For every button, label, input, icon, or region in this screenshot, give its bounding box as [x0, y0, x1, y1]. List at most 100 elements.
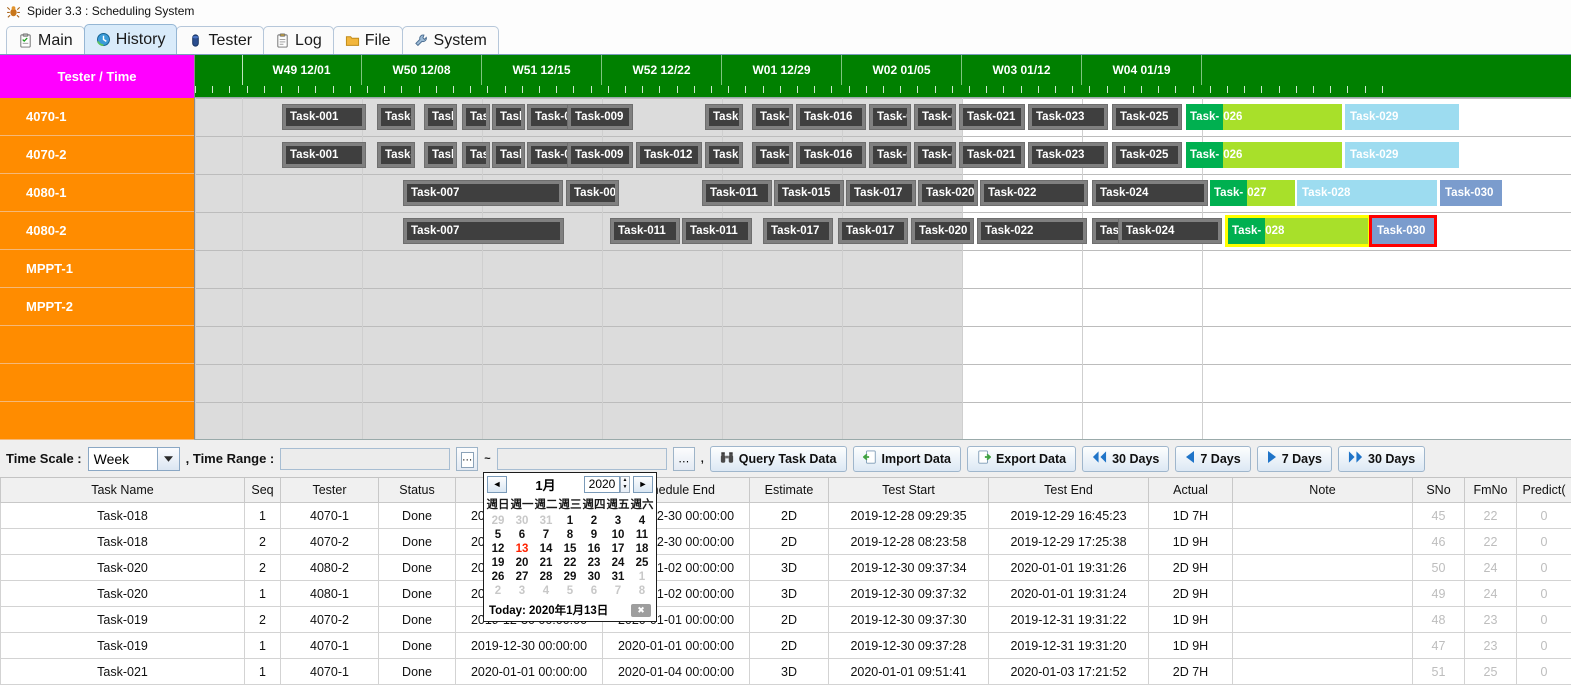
- gantt-resource-row[interactable]: 4070-1: [0, 98, 194, 136]
- gantt-task-bar[interactable]: Task-023: [1028, 142, 1108, 168]
- table-column-header[interactable]: Test Start: [829, 478, 989, 503]
- gantt-task-bar[interactable]: Task-022: [980, 180, 1088, 206]
- calendar-day-cell[interactable]: 4: [534, 584, 558, 598]
- table-column-header[interactable]: Note: [1233, 478, 1413, 503]
- gantt-task-bar[interactable]: Task-028: [1297, 180, 1437, 206]
- table-column-header[interactable]: FmNo: [1465, 478, 1517, 503]
- gantt-task-bar[interactable]: Task-027: [1210, 180, 1295, 206]
- gantt-task-bar[interactable]: Task-023: [1028, 104, 1108, 130]
- calendar-day-cell[interactable]: 3: [510, 584, 534, 598]
- calendar-day-cell[interactable]: 17: [606, 542, 630, 556]
- tab-file[interactable]: File: [333, 26, 403, 54]
- calendar-day-cell[interactable]: 24: [606, 556, 630, 570]
- gantt-task-bar[interactable]: Task-004: [424, 142, 457, 168]
- calendar-day-cell[interactable]: 30: [510, 514, 534, 528]
- gantt-resource-row[interactable]: [0, 402, 194, 440]
- calendar-day-cell[interactable]: 10: [606, 528, 630, 542]
- calendar-day-cell[interactable]: 3: [606, 514, 630, 528]
- gantt-task-bar[interactable]: Task-006: [492, 104, 525, 130]
- gantt-resource-row[interactable]: [0, 326, 194, 364]
- table-row[interactable]: Task-01824070-2Done2019-12-28 00:00:0020…: [1, 529, 1571, 555]
- calendar-day-cell[interactable]: 18: [630, 542, 654, 556]
- import-data-button[interactable]: Import Data: [853, 446, 961, 472]
- date-picker-popup[interactable]: ◄ 1月 2020 ▲▼ ► 週日週一週二週三週四週五週六29303112345…: [483, 472, 657, 622]
- calendar-day-cell[interactable]: 25: [630, 556, 654, 570]
- tab-tester[interactable]: Tester: [176, 26, 264, 54]
- gantt-task-bar[interactable]: Task-019: [914, 142, 956, 168]
- tab-history[interactable]: History: [84, 24, 178, 54]
- gantt-task-bar[interactable]: Task-008: [566, 180, 619, 206]
- clear-icon[interactable]: ✖: [631, 604, 651, 617]
- table-header-row[interactable]: Task NameSeqTesterStatusSchedule StartSc…: [1, 478, 1571, 503]
- gantt-task-bar[interactable]: Task-013: [705, 104, 743, 130]
- calendar-day-cell[interactable]: 15: [558, 542, 582, 556]
- gantt-task-bar[interactable]: Task-013: [705, 142, 743, 168]
- table-body[interactable]: Task-01814070-1Done2019-12-28 00:00:0020…: [1, 503, 1571, 685]
- gantt-task-bar[interactable]: Task-017: [838, 218, 908, 244]
- gantt-task-bar[interactable]: Task-003: [377, 104, 415, 130]
- table-column-header[interactable]: Test End: [989, 478, 1149, 503]
- gantt-task-bar[interactable]: Task-026: [1186, 142, 1342, 168]
- time-range-from-input[interactable]: [280, 448, 450, 470]
- gantt-task-bar[interactable]: Task-019: [914, 104, 956, 130]
- gantt-task-bar[interactable]: Task-001: [282, 104, 366, 130]
- table-row[interactable]: Task-01914070-1Done2019-12-30 00:00:0020…: [1, 633, 1571, 659]
- gantt-task-bar[interactable]: Task-001: [282, 142, 366, 168]
- gantt-task-bar[interactable]: Task-009: [567, 104, 633, 130]
- calendar-day-cell[interactable]: 29: [486, 514, 510, 528]
- gantt-task-bar[interactable]: Task-011: [702, 180, 772, 206]
- calendar-day-cell[interactable]: 7: [606, 584, 630, 598]
- back-30-days-button[interactable]: 30 Days: [1082, 446, 1169, 472]
- calendar-year-input[interactable]: 2020: [584, 476, 620, 493]
- gantt-task-bar[interactable]: Task-020: [918, 180, 978, 206]
- gantt-task-bar[interactable]: Task-018: [869, 142, 911, 168]
- gantt-task-bar[interactable]: Task-012: [636, 142, 702, 168]
- calendar-day-cell[interactable]: 5: [558, 584, 582, 598]
- table-column-header[interactable]: Task Name: [1, 478, 245, 503]
- gantt-task-bar[interactable]: Task-004: [424, 104, 457, 130]
- calendar-day-cell[interactable]: 19: [486, 556, 510, 570]
- time-range-to-picker-button[interactable]: ⋯: [673, 447, 695, 471]
- gantt-task-bar[interactable]: Task-022: [977, 218, 1087, 244]
- calendar-day-cell[interactable]: 5: [486, 528, 510, 542]
- time-range-from-picker-button[interactable]: ⋯: [456, 447, 478, 471]
- gantt-task-bar[interactable]: Task-029: [1345, 142, 1459, 168]
- gantt-resource-row[interactable]: [0, 364, 194, 402]
- calendar-day-cell[interactable]: 28: [534, 570, 558, 584]
- query-task-data-button[interactable]: Query Task Data: [710, 446, 847, 472]
- calendar-day-cell[interactable]: 20: [510, 556, 534, 570]
- tab-main[interactable]: Main: [6, 26, 85, 54]
- gantt-task-bar[interactable]: Task-005: [462, 142, 490, 168]
- calendar-day-cell[interactable]: 23: [582, 556, 606, 570]
- table-column-header[interactable]: Seq: [245, 478, 281, 503]
- calendar-day-cell[interactable]: 7: [534, 528, 558, 542]
- gantt-task-bar[interactable]: Task-007: [403, 180, 563, 206]
- calendar-day-cell[interactable]: 31: [606, 570, 630, 584]
- calendar-day-cell[interactable]: 6: [582, 584, 606, 598]
- back-7-days-button[interactable]: 7 Days: [1175, 446, 1250, 472]
- gantt-resource-row[interactable]: 4080-2: [0, 212, 194, 250]
- gantt-task-bar[interactable]: Task-003: [377, 142, 415, 168]
- calendar-day-cell[interactable]: 22: [558, 556, 582, 570]
- calendar-day-cell[interactable]: 12: [486, 542, 510, 556]
- calendar-day-cell[interactable]: 1: [558, 514, 582, 528]
- gantt-task-bar[interactable]: Task-030: [1440, 180, 1502, 206]
- gantt-task-bar[interactable]: Task-009: [567, 142, 633, 168]
- gantt-task-bar[interactable]: Task-016: [796, 142, 866, 168]
- time-range-to-input[interactable]: [497, 448, 667, 470]
- gantt-task-bar[interactable]: Task-025: [1112, 104, 1182, 130]
- calendar-year-spinner[interactable]: ▲▼: [620, 476, 630, 493]
- calendar-day-cell[interactable]: 13: [510, 542, 534, 556]
- chevron-down-icon[interactable]: [158, 447, 180, 471]
- gantt-task-bar[interactable]: Task-028: [1228, 218, 1368, 244]
- export-data-button[interactable]: Export Data: [967, 446, 1076, 472]
- calendar-day-cell[interactable]: 14: [534, 542, 558, 556]
- forward-7-days-button[interactable]: 7 Days: [1257, 446, 1332, 472]
- calendar-day-cell[interactable]: 6: [510, 528, 534, 542]
- calendar-day-cell[interactable]: 27: [510, 570, 534, 584]
- table-row[interactable]: Task-01924070-2Done2019-12-30 00:00:0020…: [1, 607, 1571, 633]
- table-row[interactable]: Task-02024080-2Done2019-12-30 00:00:0020…: [1, 555, 1571, 581]
- gantt-task-bar[interactable]: Task-021: [959, 142, 1025, 168]
- table-row[interactable]: Task-02014080-1Done2019-12-30 00:00:0020…: [1, 581, 1571, 607]
- gantt-task-bar[interactable]: Task-016: [796, 104, 866, 130]
